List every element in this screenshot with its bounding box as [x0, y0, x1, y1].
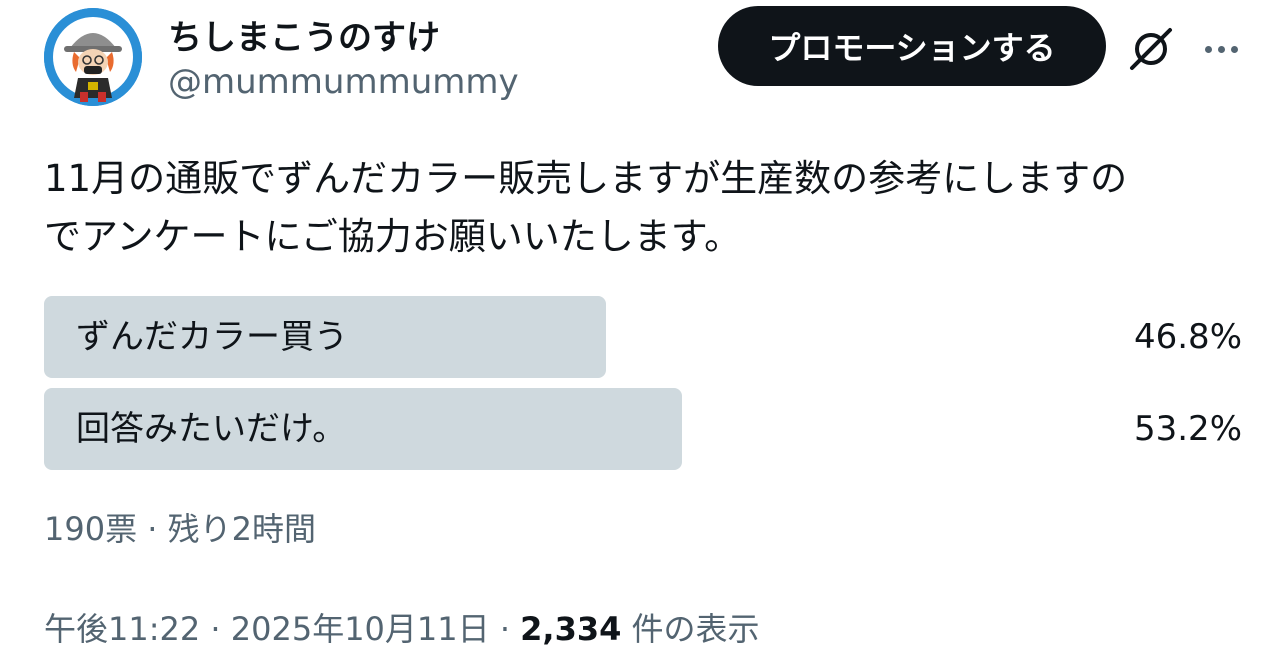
- poll-option-1: ずんだカラー買う 46.8%: [44, 296, 1244, 378]
- poll-option-label: ずんだカラー買う: [76, 317, 348, 357]
- avatar-illustration: [44, 8, 142, 106]
- tweet-card: ちしまこうのすけ @mummummummy プロモーションする 11月の通販でず…: [0, 0, 1284, 661]
- views-count[interactable]: 2,334: [520, 610, 621, 648]
- poll-option-label: 回答みたいだけ。: [76, 409, 347, 449]
- tweet-text: 11月の通販でずんだカラー販売しますが生産数の参考にしますの でアンケートにご協…: [44, 150, 1254, 266]
- promote-button[interactable]: プロモーションする: [718, 6, 1106, 86]
- grok-icon[interactable]: [1126, 24, 1176, 74]
- tweet-text-line: でアンケートにご協力お願いいたします。: [44, 215, 742, 258]
- poll-option-percent: 53.2%: [1133, 409, 1242, 449]
- views-label[interactable]: 件の表示: [621, 610, 760, 648]
- more-dot: [1230, 45, 1238, 53]
- more-dot: [1217, 45, 1225, 53]
- user-handle[interactable]: @mummummummy: [168, 62, 519, 102]
- poll-option-2: 回答みたいだけ。 53.2%: [44, 388, 1244, 470]
- more-icon[interactable]: [1196, 26, 1246, 72]
- tweet-timestamp: 午後11:22 · 2025年10月11日 · 2,334 件の表示: [44, 604, 760, 650]
- poll-meta: 190票 · 残り2時間: [44, 510, 316, 548]
- poll-option-percent: 46.8%: [1133, 317, 1242, 357]
- display-name[interactable]: ちしまこうのすけ: [168, 10, 440, 59]
- tweet-date[interactable]: 2025年10月11日: [231, 610, 490, 648]
- more-dot: [1204, 45, 1212, 53]
- separator: ·: [200, 610, 231, 648]
- avatar[interactable]: [44, 8, 142, 106]
- tweet-time[interactable]: 午後11:22: [44, 610, 200, 648]
- tweet-text-line: 11月の通販でずんだカラー販売しますが生産数の参考にしますの: [44, 157, 1128, 200]
- separator: ·: [489, 610, 521, 648]
